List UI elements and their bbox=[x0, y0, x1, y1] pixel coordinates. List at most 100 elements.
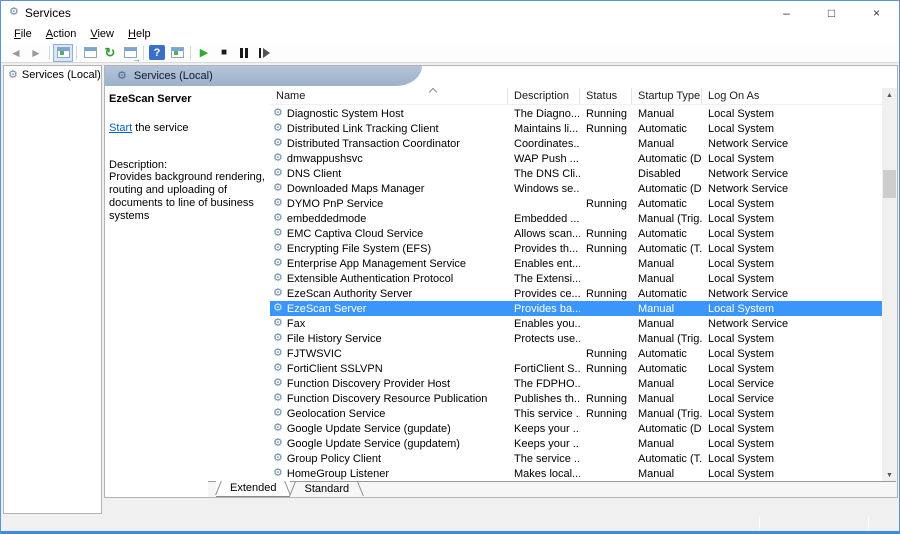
service-name-cell: ⚙Encrypting File System (EFS) bbox=[270, 243, 508, 255]
restart-service-icon[interactable] bbox=[254, 44, 274, 62]
service-gear-icon: ⚙ bbox=[273, 438, 283, 449]
service-gear-icon: ⚙ bbox=[273, 378, 283, 389]
service-cell: Running bbox=[580, 408, 632, 420]
service-list: ⚙Diagnostic System HostThe Diagno...Runn… bbox=[270, 106, 882, 484]
table-row[interactable]: ⚙EzeScan ServerProvides ba...ManualLocal… bbox=[270, 301, 882, 316]
menu-action[interactable]: Action bbox=[39, 26, 84, 42]
service-name-cell: ⚙dmwappushsvc bbox=[270, 153, 508, 165]
service-cell: Allows scan... bbox=[508, 228, 580, 240]
start-service-icon[interactable]: ▶ bbox=[194, 44, 214, 62]
service-cell: Local System bbox=[702, 123, 882, 135]
table-row[interactable]: ⚙FaxEnables you...ManualNetwork Service bbox=[270, 316, 882, 331]
column-header-log-on-as[interactable]: Log On As bbox=[702, 88, 882, 104]
table-row[interactable]: ⚙Google Update Service (gupdate)Keeps yo… bbox=[270, 421, 882, 436]
description-label: Description: bbox=[109, 159, 267, 171]
service-cell: FortiClient S... bbox=[508, 363, 580, 375]
export-list-icon[interactable]: → bbox=[120, 44, 140, 62]
table-row[interactable]: ⚙Downloaded Maps ManagerWindows se...Aut… bbox=[270, 181, 882, 196]
table-row[interactable]: ⚙Encrypting File System (EFS)Provides th… bbox=[270, 241, 882, 256]
toolbar-separator bbox=[49, 46, 50, 60]
table-row[interactable]: ⚙FortiClient SSLVPNFortiClient S...Runni… bbox=[270, 361, 882, 376]
service-gear-icon: ⚙ bbox=[273, 228, 283, 239]
refresh-icon[interactable]: ↻ bbox=[100, 44, 120, 62]
maximize-button[interactable]: □ bbox=[809, 1, 854, 24]
service-cell: Automatic (T... bbox=[632, 453, 702, 465]
service-gear-icon: ⚙ bbox=[273, 333, 283, 344]
service-cell: Manual bbox=[632, 258, 702, 270]
vertical-scroll-thumb[interactable] bbox=[883, 170, 896, 198]
service-gear-icon: ⚙ bbox=[273, 258, 283, 269]
service-cell: Manual (Trig... bbox=[632, 213, 702, 225]
toolbar-separator bbox=[190, 46, 191, 60]
service-cell: Running bbox=[580, 288, 632, 300]
service-cell: Automatic bbox=[632, 288, 702, 300]
table-row[interactable]: ⚙Group Policy ClientThe service ...Autom… bbox=[270, 451, 882, 466]
service-name-cell: ⚙File History Service bbox=[270, 333, 508, 345]
tab-standard[interactable]: Standard bbox=[290, 482, 363, 497]
service-cell: Automatic (T... bbox=[632, 243, 702, 255]
table-row[interactable]: ⚙EzeScan Authority ServerProvides ce...R… bbox=[270, 286, 882, 301]
tab-extended[interactable]: Extended bbox=[216, 481, 290, 497]
start-service-link[interactable]: Start bbox=[109, 122, 132, 134]
table-row[interactable]: ⚙EMC Captiva Cloud ServiceAllows scan...… bbox=[270, 226, 882, 241]
service-cell: Automatic (D... bbox=[632, 423, 702, 435]
table-row[interactable]: ⚙FJTWSVICRunningAutomaticLocal System bbox=[270, 346, 882, 361]
column-header-startup-type[interactable]: Startup Type bbox=[632, 88, 702, 104]
table-row[interactable]: ⚙Geolocation ServiceThis service ...Runn… bbox=[270, 406, 882, 421]
table-row[interactable]: ⚙Distributed Link Tracking ClientMaintai… bbox=[270, 121, 882, 136]
tree-item-services-local[interactable]: ⚙ Services (Local) bbox=[4, 66, 101, 83]
minimize-button[interactable]: – bbox=[764, 1, 809, 24]
table-row[interactable]: ⚙Function Discovery Resource Publication… bbox=[270, 391, 882, 406]
table-row[interactable]: ⚙embeddedmodeEmbedded ...Manual (Trig...… bbox=[270, 211, 882, 226]
service-cell: Manual (Trig... bbox=[632, 333, 702, 345]
help-icon[interactable]: ? bbox=[147, 44, 167, 62]
close-button[interactable]: × bbox=[854, 1, 899, 24]
table-row[interactable]: ⚙DNS ClientThe DNS Cli...DisabledNetwork… bbox=[270, 166, 882, 181]
service-cell: Automatic bbox=[632, 363, 702, 375]
table-row[interactable]: ⚙Distributed Transaction CoordinatorCoor… bbox=[270, 136, 882, 151]
show-console-tree-icon[interactable] bbox=[53, 44, 73, 62]
table-row[interactable]: ⚙Diagnostic System HostThe Diagno...Runn… bbox=[270, 106, 882, 121]
show-action-pane-icon[interactable] bbox=[167, 44, 187, 62]
menu-view[interactable]: View bbox=[83, 26, 121, 42]
vertical-scrollbar[interactable]: ▲ ▼ bbox=[882, 88, 897, 483]
table-row[interactable]: ⚙HomeGroup ListenerMakes local...ManualL… bbox=[270, 466, 882, 481]
table-row[interactable]: ⚙Google Update Service (gupdatem)Keeps y… bbox=[270, 436, 882, 451]
service-name-cell: ⚙Diagnostic System Host bbox=[270, 108, 508, 120]
column-header-name[interactable]: Name bbox=[270, 88, 508, 104]
table-row[interactable]: ⚙DYMO PnP ServiceRunningAutomaticLocal S… bbox=[270, 196, 882, 211]
service-cell: Automatic bbox=[632, 228, 702, 240]
table-row[interactable]: ⚙dmwappushsvcWAP Push ...Automatic (D...… bbox=[270, 151, 882, 166]
table-row[interactable]: ⚙Extensible Authentication ProtocolThe E… bbox=[270, 271, 882, 286]
service-cell: Local Service bbox=[702, 393, 882, 405]
service-name-cell: ⚙Function Discovery Resource Publication bbox=[270, 393, 508, 405]
forward-icon[interactable]: ► bbox=[26, 44, 46, 62]
menu-help[interactable]: Help bbox=[121, 26, 158, 42]
stop-service-icon[interactable]: ■ bbox=[214, 44, 234, 62]
column-header-status[interactable]: Status bbox=[580, 88, 632, 104]
properties-icon[interactable] bbox=[80, 44, 100, 62]
table-row[interactable]: ⚙Function Discovery Provider HostThe FDP… bbox=[270, 376, 882, 391]
pause-service-icon[interactable] bbox=[234, 44, 254, 62]
service-cell: Embedded ... bbox=[508, 213, 580, 225]
menu-file[interactable]: File bbox=[7, 26, 39, 42]
service-cell: Manual bbox=[632, 378, 702, 390]
table-row[interactable]: ⚙Enterprise App Management ServiceEnable… bbox=[270, 256, 882, 271]
list-header: Name Description Status Startup Type Log… bbox=[270, 88, 882, 105]
column-header-description[interactable]: Description bbox=[508, 88, 580, 104]
service-cell: Automatic (D... bbox=[632, 153, 702, 165]
service-name-cell: ⚙DNS Client bbox=[270, 168, 508, 180]
table-row[interactable]: ⚙File History ServiceProtects use...Manu… bbox=[270, 331, 882, 346]
services-gear-icon: ⚙ bbox=[8, 70, 18, 81]
service-name-cell: ⚙EMC Captiva Cloud Service bbox=[270, 228, 508, 240]
service-name-cell: ⚙DYMO PnP Service bbox=[270, 198, 508, 210]
service-cell: Local System bbox=[702, 243, 882, 255]
service-gear-icon: ⚙ bbox=[273, 213, 283, 224]
service-action-line: Start the service bbox=[109, 122, 267, 134]
scroll-up-icon[interactable]: ▲ bbox=[882, 88, 897, 103]
service-gear-icon: ⚙ bbox=[273, 453, 283, 464]
service-gear-icon: ⚙ bbox=[273, 108, 283, 119]
back-icon[interactable]: ◄ bbox=[6, 44, 26, 62]
service-cell: Network Service bbox=[702, 318, 882, 330]
service-cell: The service ... bbox=[508, 453, 580, 465]
